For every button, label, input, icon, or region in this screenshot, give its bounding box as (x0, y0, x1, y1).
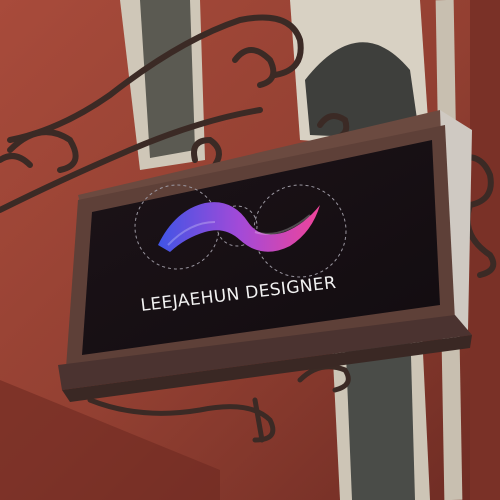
photo-scene: LEEJAEHUN DESIGNER (0, 0, 500, 500)
scene-graphic (0, 0, 500, 500)
